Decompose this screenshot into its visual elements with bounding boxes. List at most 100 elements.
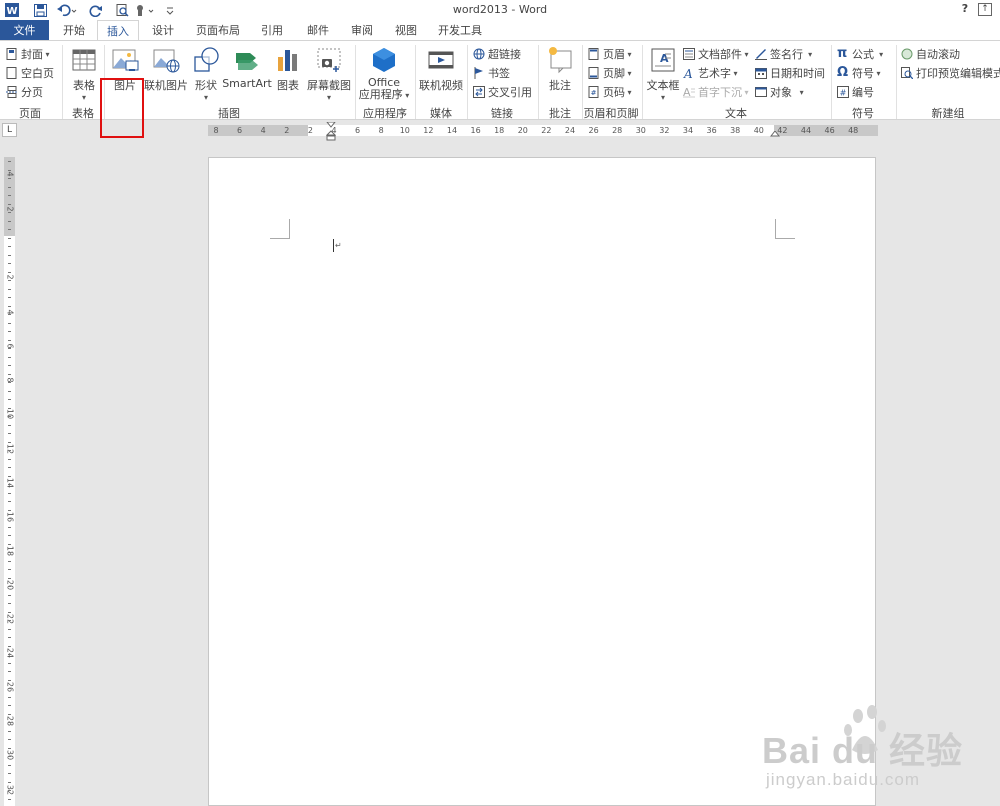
ruler-tick (8, 594, 11, 596)
office-apps-button[interactable]: Office 应用程序 ▾ (357, 45, 411, 102)
bookmark-button[interactable]: 书签 (473, 64, 510, 82)
ruler-tick (8, 705, 11, 706)
ruler-tick (8, 509, 11, 511)
tab-insert[interactable]: 插入 (97, 20, 139, 41)
ruler-tick (8, 535, 11, 536)
footer-label: 页脚 (603, 67, 625, 80)
wordart-label: 艺术字 (698, 67, 731, 80)
blank-page-label: 空白页 (21, 67, 54, 80)
chart-button[interactable]: 图表 (272, 45, 304, 93)
wordart-button[interactable]: A 艺术字 ▾ (683, 64, 738, 82)
tab-review[interactable]: 审阅 (342, 20, 382, 41)
blank-page-button[interactable]: 空白页 (6, 64, 54, 82)
tab-developer[interactable]: 开发工具 (432, 20, 488, 41)
group-label-links: 链接 (491, 107, 513, 120)
cross-reference-button[interactable]: 交叉引用 (473, 83, 532, 101)
comment-icon (549, 47, 572, 74)
ruler-tick (8, 297, 11, 298)
ruler-tick (8, 679, 11, 681)
quick-parts-button[interactable]: 文档部件 ▾ (683, 45, 749, 63)
tab-mailings[interactable]: 邮件 (298, 20, 338, 41)
screenshot-label: 屏幕截图 (307, 79, 351, 92)
tab-file[interactable]: 文件 (0, 20, 49, 41)
tab-references[interactable]: 引用 (252, 20, 292, 41)
tab-selector[interactable]: L (2, 123, 17, 137)
dropcap-icon: A (683, 86, 695, 99)
tab-view[interactable]: 视图 (386, 20, 426, 41)
ruler-number: 48 (848, 126, 859, 135)
tab-design[interactable]: 设计 (142, 20, 184, 41)
tab-home[interactable]: 开始 (53, 20, 95, 41)
ruler-number: 6 (5, 343, 15, 349)
equation-button[interactable]: π 公式 ▾ (837, 45, 883, 63)
ruler-tick (8, 382, 11, 383)
ruler-number: 26 (588, 126, 599, 135)
hyperlink-button[interactable]: 超链接 (473, 45, 521, 63)
online-video-label: 联机视频 (419, 79, 463, 92)
ruler-tick (8, 280, 11, 281)
ruler-tick (8, 756, 11, 757)
tab-bar: 文件 开始 插入 设计 页面布局 引用 邮件 审阅 视图 开发工具 (0, 20, 1000, 41)
ruler-number: 18 (494, 126, 505, 135)
ruler-tick (8, 730, 11, 732)
page-break-button[interactable]: 分页 (6, 83, 43, 101)
ruler-tick (8, 739, 11, 740)
online-picture-button[interactable]: 联机图片 (144, 45, 188, 93)
indent-markers[interactable] (326, 122, 336, 144)
symbol-button[interactable]: Ω 符号 ▾ (837, 64, 881, 82)
svg-text:A: A (683, 67, 693, 79)
shapes-icon (194, 47, 219, 72)
ruler-tick (8, 526, 11, 528)
ruler-tick (8, 713, 11, 715)
right-indent-marker[interactable] (770, 131, 780, 139)
ruler-tick (8, 586, 11, 587)
ruler-tick (8, 288, 11, 290)
date-time-button[interactable]: 日期和时间 (755, 64, 825, 82)
group-label-text: 文本 (725, 107, 747, 120)
tab-layout[interactable]: 页面布局 (190, 20, 246, 41)
ruler-tick (8, 399, 11, 400)
smartart-button[interactable]: SmartArt (222, 45, 272, 90)
print-preview-edit-icon (901, 67, 914, 80)
horizontal-ruler[interactable]: 8 6 4 2 2 4 6 8 10 12 14 16 18 20 22 24 26 28 30 32 34 36 38 40… (208, 122, 878, 141)
comment-button[interactable]: 批注 (541, 45, 579, 93)
quick-parts-label: 文档部件 (698, 48, 742, 61)
object-button[interactable]: 对象 ▾ (755, 83, 804, 101)
page-number-icon: # (588, 86, 600, 98)
shapes-button[interactable]: 形状 ▾ (190, 45, 222, 102)
auto-scroll-button[interactable]: 自动滚动 (901, 45, 960, 63)
ruler-number: 30 (635, 126, 646, 135)
ruler-tick (8, 747, 11, 749)
ruler-tick (8, 773, 11, 774)
group-label-media: 媒体 (430, 107, 452, 120)
ruler-number: 14 (446, 126, 458, 135)
table-button[interactable]: 表格 ▾ (66, 45, 102, 102)
vertical-ruler[interactable]: 4 2 2 4 6 8 10 12 14 16 18 20 22 24 26 28 30 32 (4, 157, 15, 806)
ruler-tick (8, 348, 11, 349)
ruler-tick (8, 628, 11, 630)
ruler-tick (8, 764, 11, 766)
watermark-url: jingyan.baidu.com (766, 770, 921, 789)
signature-line-button[interactable]: 签名行 ▾ (755, 45, 812, 63)
text-cursor (333, 239, 334, 252)
smartart-label: SmartArt (222, 77, 272, 90)
ruler-tick (8, 169, 11, 171)
dropcap-button[interactable]: A 首字下沉 ▾ (683, 83, 749, 101)
ruler-number: 40 (753, 126, 764, 135)
header-button[interactable]: 页眉 ▾ (588, 45, 632, 63)
textbox-button[interactable]: A 文本框 ▾ (645, 45, 681, 102)
ribbon-display-options-icon[interactable]: ↑ (978, 3, 992, 16)
online-video-button[interactable]: 联机视频 (417, 45, 465, 93)
number-button[interactable]: # 编号 (837, 83, 874, 101)
cross-reference-icon (473, 86, 485, 98)
cover-page-button[interactable]: 封面 ▾ (6, 45, 50, 63)
ruler-number: 28 (5, 715, 15, 727)
print-preview-edit-button[interactable]: 打印预览编辑模式 (901, 64, 1000, 82)
ruler-number: 6 (355, 126, 361, 135)
help-button[interactable]: ? (958, 2, 972, 18)
screenshot-button[interactable]: 屏幕截图 ▾ (306, 45, 352, 102)
ruler-number: 8 (5, 377, 15, 383)
footer-button[interactable]: 页脚 ▾ (588, 64, 632, 82)
ruler-number: 14 (5, 477, 15, 489)
page-number-button[interactable]: # 页码 ▾ (588, 83, 632, 101)
